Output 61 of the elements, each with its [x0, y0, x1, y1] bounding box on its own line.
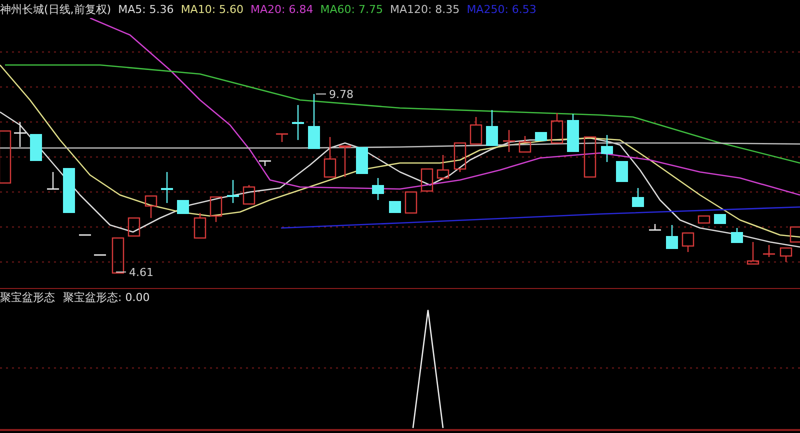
candlestick [161, 172, 173, 203]
candlestick [372, 178, 384, 200]
moving-average-label: MA120: 8.35 [390, 2, 460, 16]
candlestick [144, 195, 158, 218]
price-label: 4.61 [129, 266, 154, 279]
candlestick [601, 135, 613, 162]
candlestick [356, 147, 368, 174]
chart-title: 神州长城(日线,前复权) [0, 2, 112, 16]
candlestick [486, 110, 498, 146]
indicator-reading: 聚宝盆形态: 0.00 [63, 290, 150, 305]
indicator-title: 聚宝盆形态 [0, 290, 55, 305]
candlestick [616, 161, 628, 182]
candlestick [177, 200, 189, 214]
candlestick [94, 254, 106, 256]
candlestick [454, 142, 466, 172]
candlestick [79, 234, 91, 236]
moving-average-label: MA250: 6.53 [466, 2, 536, 16]
candlestick [308, 94, 320, 149]
candlestick [666, 225, 678, 249]
candlestick [790, 226, 800, 243]
candlestick [436, 155, 450, 180]
candlestick [550, 113, 564, 144]
candlestick [518, 136, 532, 153]
moving-average-label: MA5: 5.36 [118, 2, 174, 16]
candlestick [112, 237, 124, 274]
candlestick [338, 145, 352, 177]
candlestick [194, 213, 206, 239]
candlestick [649, 224, 661, 231]
candlestick [584, 136, 596, 178]
candlestick [227, 180, 239, 203]
candlestick [47, 172, 59, 190]
candlestick [324, 137, 336, 178]
candlestick [420, 168, 434, 192]
candlestick [210, 196, 222, 222]
candlestick [470, 117, 482, 145]
price-label: 9.78 [329, 88, 354, 101]
candlestick [389, 201, 401, 213]
candlestick [404, 191, 418, 214]
candlestick [63, 168, 75, 213]
candlestick [276, 133, 288, 142]
candlestick [503, 130, 515, 152]
candlestick [567, 114, 579, 152]
candlestick [698, 215, 710, 224]
candlestick [0, 130, 12, 184]
candlestick [763, 245, 775, 257]
candlestick [682, 232, 694, 252]
candlestick [746, 242, 760, 265]
moving-average-label: MA20: 6.84 [250, 2, 314, 16]
candlestick [632, 188, 644, 207]
candlestick [292, 105, 304, 140]
moving-average-label: MA10: 5.60 [180, 2, 244, 16]
candlestick [128, 217, 140, 237]
candlestick [259, 160, 271, 166]
candlestick [714, 214, 726, 224]
candlestick [780, 247, 792, 262]
candlestick [731, 228, 743, 243]
candlestick [30, 134, 42, 161]
moving-average-label: MA60: 7.75 [320, 2, 383, 16]
candlestick [242, 185, 256, 205]
candlestick [14, 122, 26, 147]
candlestick [535, 132, 547, 141]
